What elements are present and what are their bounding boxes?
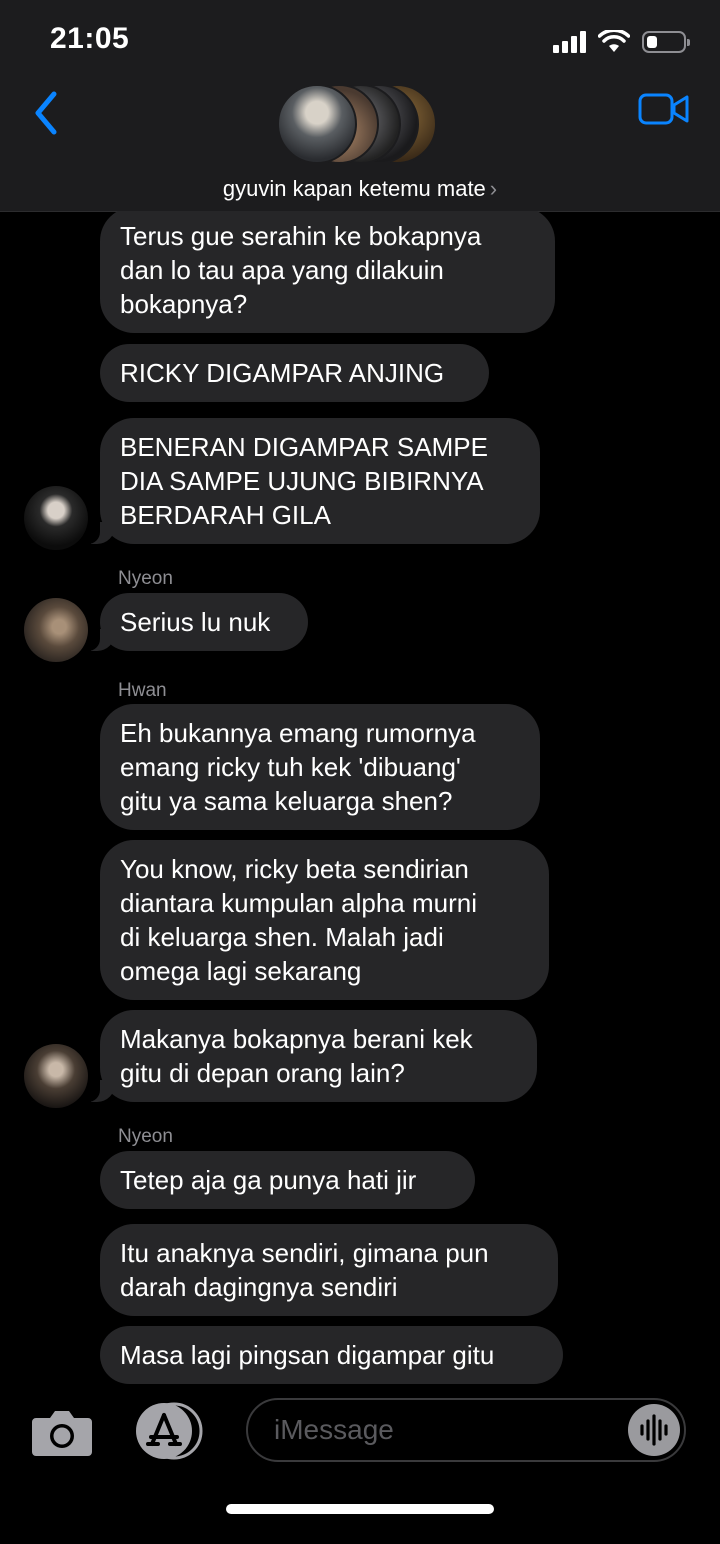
message-text: Serius lu nuk [120,607,271,637]
video-call-button[interactable] [638,92,690,126]
contact-avatar[interactable] [24,598,88,662]
app-store-button[interactable] [134,1402,206,1460]
conversation-header: gyuvin kapan ketemu mate › [0,80,720,212]
contact-avatar[interactable] [24,486,88,550]
message-bubble[interactable]: Terus gue serahin ke bokapnya dan lo tau… [100,211,555,333]
message-text: Itu anaknya sendiri, gimana pun darah da… [120,1238,489,1302]
group-name: gyuvin kapan ketemu mate [222,176,486,201]
imessage-input[interactable]: iMessage [246,1398,686,1462]
wifi-icon [598,30,630,52]
message-text: Masa lagi pingsan digampar gitu [120,1340,495,1370]
message-text: Tetep aja ga punya hati jir [120,1165,417,1195]
message-text: RICKY DIGAMPAR ANJING [120,358,445,388]
message-text: Terus gue serahin ke bokapnya dan lo tau… [120,221,482,319]
message-text: Eh bukannya emang rumornya emang ricky t… [120,718,476,816]
status-time: 21:05 [50,22,130,55]
sender-name: Hwan [118,680,167,701]
group-avatar-stack[interactable] [277,84,447,166]
battery-icon [642,31,690,53]
message-bubble[interactable]: BENERAN DIGAMPAR SAMPE DIA SAMPE UJUNG B… [80,418,540,544]
back-button[interactable] [28,88,68,138]
message-bubble[interactable]: Itu anaknya sendiri, gimana pun darah da… [100,1224,558,1316]
sender-name: Nyeon [118,1126,173,1147]
group-name-button[interactable]: gyuvin kapan ketemu mate › [0,176,720,202]
message-list[interactable]: Terus gue serahin ke bokapnya dan lo tau… [0,211,720,1386]
message-bubble[interactable]: Masa lagi pingsan digampar gitu [100,1326,563,1384]
message-bubble[interactable]: RICKY DIGAMPAR ANJING [100,344,489,402]
status-bar: 21:05 [0,0,720,80]
audio-message-button[interactable] [628,1404,680,1456]
message-text: Makanya bokapnya berani kek gitu di depa… [120,1024,473,1088]
message-bubble[interactable]: You know, ricky beta sendirian diantara … [100,840,549,1000]
message-input-bar: iMessage [0,1386,720,1544]
message-text: BENERAN DIGAMPAR SAMPE DIA SAMPE UJUNG B… [120,432,488,530]
battery-level [647,36,658,48]
cellular-signal-icon [553,31,586,53]
message-bubble[interactable]: Serius lu nuk [80,593,308,651]
imessage-placeholder: iMessage [274,1414,394,1445]
home-indicator[interactable] [226,1504,494,1514]
contact-avatar[interactable] [24,1044,88,1108]
message-bubble[interactable]: Tetep aja ga punya hati jir [100,1151,475,1209]
message-text: You know, ricky beta sendirian diantara … [120,854,477,986]
message-bubble[interactable]: Makanya bokapnya berani kek gitu di depa… [80,1010,537,1102]
audio-waveform-icon [640,1414,668,1446]
camera-button[interactable] [30,1408,94,1456]
chevron-right-icon: › [489,176,498,201]
group-member-avatar [277,84,357,164]
sender-name: Nyeon [118,568,173,589]
message-bubble[interactable]: Eh bukannya emang rumornya emang ricky t… [100,704,540,830]
